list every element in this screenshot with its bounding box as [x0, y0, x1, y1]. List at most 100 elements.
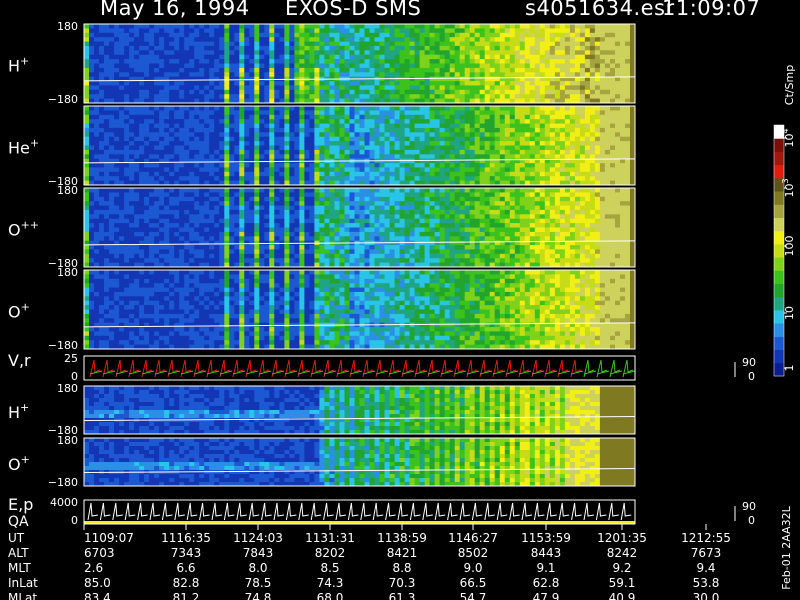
spectrogram-cell [484, 94, 491, 100]
spectrogram-cell [259, 209, 265, 215]
spectrogram-cell [494, 67, 501, 73]
spectrogram-cell [174, 218, 180, 224]
spectrogram-cell [544, 110, 551, 116]
spectrogram-cell [579, 119, 586, 125]
spectrogram-cell [334, 196, 340, 202]
spectrogram-cell [194, 167, 200, 173]
spectrogram-cell [444, 158, 451, 164]
spectrogram-cell [519, 41, 526, 47]
spectrogram-cell [174, 94, 180, 100]
spectrogram-cell [239, 81, 245, 86]
spectrogram-cell [539, 127, 546, 133]
spectrogram-cell [564, 32, 571, 38]
spectrogram-cell [284, 231, 290, 237]
spectrogram-cell [479, 163, 486, 168]
spectrogram-cell [239, 54, 245, 60]
spectrogram-cell [299, 132, 305, 138]
spectrogram-cell [529, 132, 536, 138]
spectrogram-cell [229, 258, 235, 264]
spectrogram-cell [99, 171, 105, 177]
spectrogram-cell [269, 50, 275, 56]
spectrogram-cell [364, 258, 370, 264]
spectrogram-cell [359, 136, 365, 142]
spectrogram-cell [539, 59, 546, 64]
spectrogram-cell [479, 106, 486, 111]
spectrogram-cell [144, 106, 150, 111]
spectrogram-cell [279, 24, 285, 29]
spectrogram-cell [625, 94, 631, 100]
spectrogram-cell [154, 209, 160, 215]
spectrogram-cell [209, 245, 215, 250]
spectrogram-cell [319, 209, 325, 215]
spectrogram-cell [339, 218, 345, 224]
spectrogram-cell [289, 249, 295, 255]
spectrogram-cell [124, 67, 130, 73]
spectrogram-cell [589, 72, 596, 78]
spectrogram-cell [384, 45, 390, 51]
spectrogram-cell [99, 114, 105, 120]
spectrogram-cell [519, 45, 526, 51]
spectrogram-cell [579, 28, 586, 34]
spectrogram-cell [389, 136, 396, 142]
spectrogram-cell [610, 127, 616, 133]
spectrogram-cell [464, 63, 471, 69]
spectrogram-cell [434, 154, 441, 160]
spectrogram-cell [579, 72, 586, 78]
spectrogram-cell [615, 32, 621, 38]
spectrogram-cell [244, 231, 250, 237]
spectrogram-cell [159, 227, 165, 233]
spectrogram-cell [159, 240, 165, 246]
spectrogram-cell [154, 205, 160, 211]
spectrogram-cell [179, 258, 185, 264]
spectrogram-cell [364, 171, 370, 177]
spectrogram-cell [374, 149, 380, 155]
spectrogram-cell [209, 132, 215, 138]
spectrogram-cell [364, 209, 370, 215]
spectrogram-cell [139, 171, 145, 177]
spectrogram-cell [574, 59, 581, 64]
spectrogram-cell [544, 24, 551, 29]
spectrogram-cell [144, 54, 150, 60]
spectrogram-cell [209, 67, 215, 73]
spectrogram-cell [504, 154, 511, 160]
spectrogram-cell [454, 163, 461, 168]
spectrogram-cell [114, 45, 120, 51]
spectrogram-cell [439, 110, 446, 116]
spectrogram-cell [114, 209, 120, 215]
spectrogram-cell [374, 54, 380, 60]
spectrogram-cell [424, 72, 431, 78]
spectrogram-cell [109, 253, 115, 259]
spectrogram-cell [159, 141, 165, 146]
spectrogram-cell [319, 72, 325, 78]
spectrogram-cell [244, 94, 250, 100]
spectrogram-cell [359, 145, 365, 151]
spectrogram-cell [604, 89, 611, 95]
spectrogram-cell [314, 192, 320, 198]
spectrogram-cell [429, 41, 436, 47]
spectrogram-cell [254, 123, 260, 129]
spectrogram-cell [424, 32, 431, 38]
spectrogram-cell [89, 227, 95, 233]
spectrogram-cell [229, 201, 235, 207]
spectrogram-cell [274, 72, 280, 78]
spectrogram-cell [289, 176, 295, 182]
spectrogram-cell [199, 127, 205, 133]
spectrogram-cell [289, 223, 295, 228]
spectrogram-cell [244, 81, 250, 86]
spectrogram-cell [194, 45, 200, 51]
spectrogram-cell [479, 89, 486, 95]
spectrogram-cell [384, 176, 390, 182]
spectrogram-cell [564, 114, 571, 120]
spectrogram-cell [329, 41, 335, 47]
spectrogram-cell [84, 127, 90, 133]
spectrogram-cell [224, 176, 230, 182]
spectrogram-cell [409, 158, 416, 164]
spectrogram-cell [374, 145, 380, 151]
spectrogram-cell [204, 81, 210, 86]
spectrogram-cell [389, 59, 396, 64]
spectrogram-cell [464, 132, 471, 138]
spectrogram-cell [149, 245, 155, 250]
spectrogram-cell [454, 50, 461, 56]
spectrogram-cell [584, 145, 591, 151]
spectrogram-cell [189, 227, 195, 233]
